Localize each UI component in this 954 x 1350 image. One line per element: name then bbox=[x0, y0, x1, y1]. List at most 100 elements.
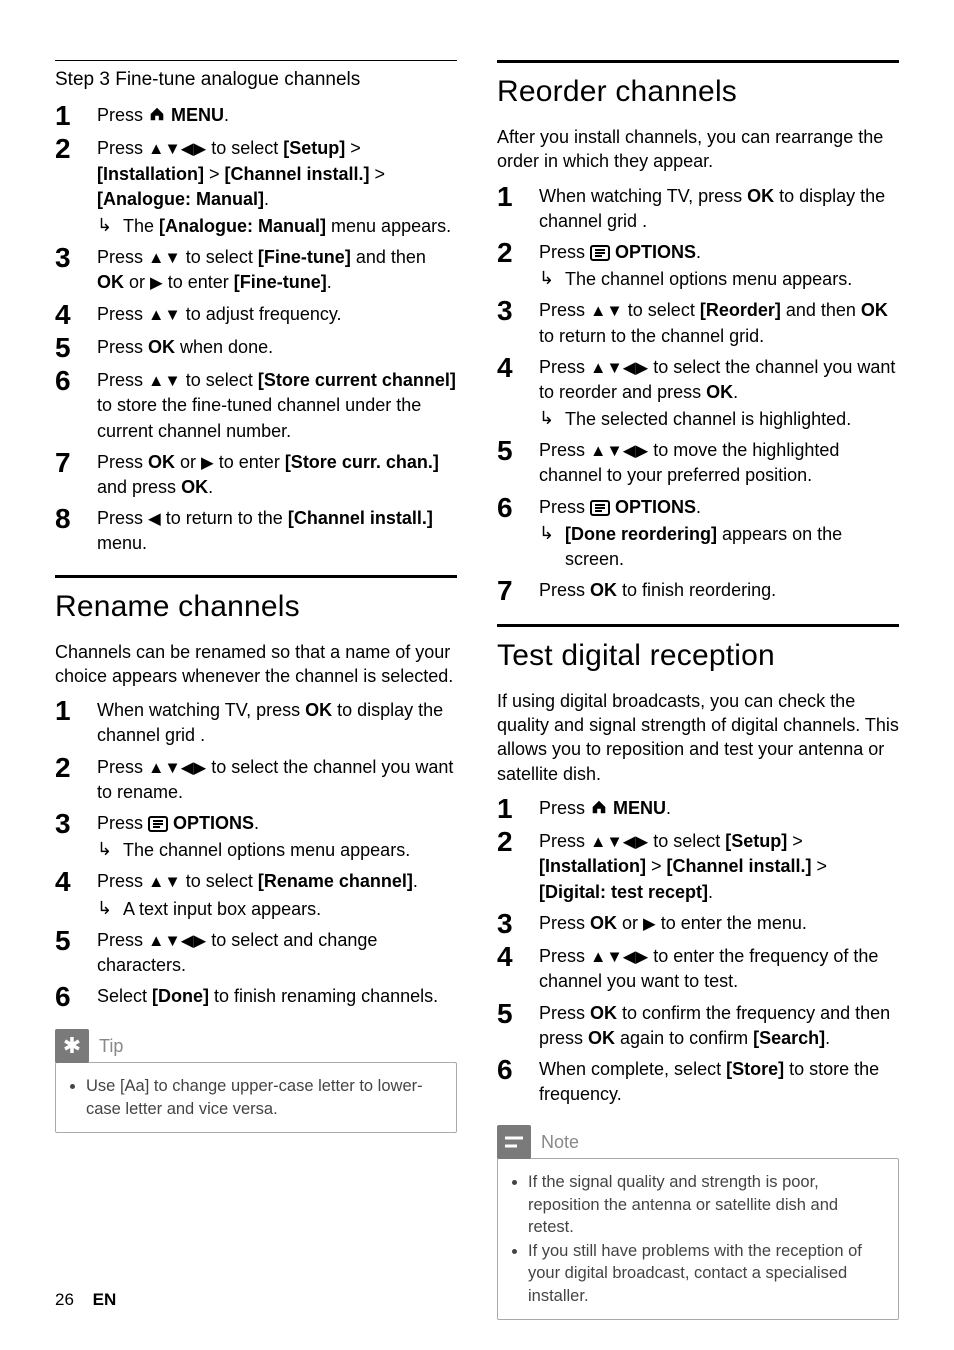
text: Press bbox=[97, 871, 148, 891]
options-icon bbox=[590, 500, 610, 516]
step-number: 6 bbox=[55, 366, 97, 395]
text: [Rename channel] bbox=[258, 871, 413, 891]
text: [Store curr. chan.] bbox=[285, 452, 439, 472]
step-number: 4 bbox=[497, 353, 539, 382]
text: [Search] bbox=[753, 1028, 825, 1048]
step-number: 1 bbox=[497, 182, 539, 211]
text: Press bbox=[97, 813, 148, 833]
step-number: 7 bbox=[55, 448, 97, 477]
tip-label: Tip bbox=[99, 1036, 123, 1057]
text: again to confirm bbox=[615, 1028, 753, 1048]
text: > bbox=[345, 138, 361, 158]
right-icon: ▶ bbox=[643, 914, 656, 933]
text: [Analogue: Manual] bbox=[159, 216, 326, 236]
heading-rename: Rename channels bbox=[55, 575, 457, 624]
text: to enter bbox=[214, 452, 285, 472]
text: Press bbox=[539, 946, 590, 966]
text: to select bbox=[623, 300, 700, 320]
step-number: 1 bbox=[55, 101, 97, 130]
step-number: 5 bbox=[497, 999, 539, 1028]
text: [Done reordering] bbox=[565, 524, 717, 544]
left-column: Step 3 Fine-tune analogue channels 1 Pre… bbox=[55, 60, 457, 1320]
text: to store the fine-tuned channel under th… bbox=[97, 395, 421, 440]
text: to return to the channel grid. bbox=[539, 326, 764, 346]
text: to select bbox=[181, 871, 258, 891]
result-arrow-icon: ↳ bbox=[97, 897, 123, 920]
text: [Store] bbox=[726, 1059, 784, 1079]
text: OK bbox=[747, 186, 774, 206]
right-icon: ▶ bbox=[201, 453, 214, 472]
step-number: 2 bbox=[497, 827, 539, 856]
left-icon: ◀ bbox=[148, 509, 161, 528]
heading-reorder: Reorder channels bbox=[497, 60, 899, 109]
text: OK bbox=[97, 272, 124, 292]
text: The selected channel is highlighted. bbox=[565, 407, 899, 432]
text: > bbox=[812, 856, 828, 876]
text: Select bbox=[97, 986, 152, 1006]
text: [Aa] bbox=[120, 1077, 149, 1095]
step-number: 1 bbox=[497, 794, 539, 823]
result-arrow-icon: ↳ bbox=[539, 267, 565, 290]
step-number: 6 bbox=[497, 493, 539, 522]
text: . bbox=[708, 882, 713, 902]
text: to return to the bbox=[161, 508, 288, 528]
text: Press bbox=[539, 357, 590, 377]
steps-reorder: 1 When watching TV, press OK to display … bbox=[497, 182, 899, 606]
up-down-icon: ▲▼ bbox=[590, 301, 623, 320]
text: [Store current channel] bbox=[258, 370, 456, 390]
up-down-icon: ▲▼ bbox=[148, 371, 181, 390]
step-number: 3 bbox=[497, 909, 539, 938]
step-number: 3 bbox=[497, 296, 539, 325]
text: or bbox=[175, 452, 201, 472]
text: Press bbox=[97, 304, 148, 324]
steps-test: 1 Press MENU. 2 Press ▲▼◀▶ to select [Se… bbox=[497, 794, 899, 1107]
text: OK bbox=[588, 1028, 615, 1048]
text: [Channel install.] bbox=[225, 164, 370, 184]
note-bullet: If you still have problems with the rece… bbox=[528, 1240, 886, 1307]
nav-arrows-icon: ▲▼◀▶ bbox=[590, 947, 648, 966]
text: . bbox=[208, 477, 213, 497]
home-icon bbox=[148, 105, 166, 123]
rename-intro: Channels can be renamed so that a name o… bbox=[55, 640, 457, 689]
text: OPTIONS bbox=[168, 813, 254, 833]
text: [Installation] bbox=[97, 164, 204, 184]
step-number: 1 bbox=[55, 696, 97, 725]
steps-finetune: 1 Press MENU. 2 Press ▲▼◀▶ to select [Se… bbox=[55, 101, 457, 557]
text: Press bbox=[97, 930, 148, 950]
text: to finish reordering. bbox=[617, 580, 776, 600]
text: A text input box appears. bbox=[123, 897, 457, 922]
text: Press bbox=[539, 1003, 590, 1023]
text: OK bbox=[305, 700, 332, 720]
steps-rename: 1 When watching TV, press OK to display … bbox=[55, 696, 457, 1011]
right-column: Reorder channels After you install chann… bbox=[497, 60, 899, 1320]
right-icon: ▶ bbox=[150, 273, 163, 292]
text: to select bbox=[181, 370, 258, 390]
text: The channel options menu appears. bbox=[565, 267, 899, 292]
text: and press bbox=[97, 477, 181, 497]
tip-icon: ✱ bbox=[55, 1029, 89, 1063]
text: [Channel install.] bbox=[288, 508, 433, 528]
text: to enter the menu. bbox=[656, 913, 807, 933]
text: [Setup] bbox=[725, 831, 787, 851]
options-icon bbox=[148, 816, 168, 832]
text: MENU bbox=[608, 798, 666, 818]
step-number: 5 bbox=[55, 926, 97, 955]
text: Press bbox=[97, 757, 148, 777]
text: [Installation] bbox=[539, 856, 646, 876]
text: > bbox=[787, 831, 803, 851]
step-number: 3 bbox=[55, 243, 97, 272]
nav-arrows-icon: ▲▼◀▶ bbox=[590, 441, 648, 460]
text: OK bbox=[181, 477, 208, 497]
text: The channel options menu appears. bbox=[123, 838, 457, 863]
subheading-finetune: Step 3 Fine-tune analogue channels bbox=[55, 60, 457, 91]
page-footer: 26 EN bbox=[55, 1290, 116, 1310]
note-box: Note If the signal quality and strength … bbox=[497, 1125, 899, 1320]
home-icon bbox=[590, 798, 608, 816]
page-lang: EN bbox=[93, 1290, 117, 1309]
text: OPTIONS bbox=[610, 497, 696, 517]
step-number: 2 bbox=[55, 753, 97, 782]
test-intro: If using digital broadcasts, you can che… bbox=[497, 689, 899, 786]
text: When complete, select bbox=[539, 1059, 726, 1079]
text: OK bbox=[590, 580, 617, 600]
text: or bbox=[124, 272, 150, 292]
